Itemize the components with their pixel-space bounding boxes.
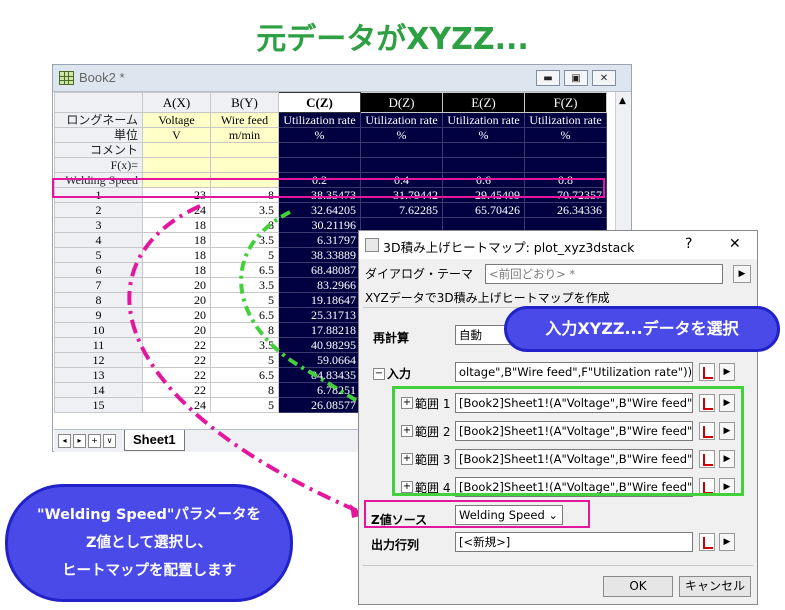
pink-arrow xyxy=(127,204,361,514)
recalc-value: 自動 xyxy=(459,328,482,342)
callout-zsource: "Welding Speed"パラメータを Z値として選択し、 ヒートマップを配… xyxy=(5,484,293,602)
theme-menu-button[interactable]: ▶ xyxy=(733,265,751,283)
ok-button[interactable]: OK xyxy=(603,576,673,597)
cancel-button[interactable]: キャンセル xyxy=(679,576,751,597)
divider xyxy=(363,565,753,566)
dialog-close-button[interactable]: ✕ xyxy=(729,236,741,252)
callout-line: Z値として選択し、 xyxy=(85,535,213,551)
output-menu-button[interactable]: ▶ xyxy=(719,533,735,551)
dialog-title: 3D積み上げヒートマップ: plot_xyz3dstack xyxy=(383,240,635,255)
input-pick-button[interactable] xyxy=(699,363,715,381)
callout-line: "Welding Speed"パラメータを xyxy=(37,507,261,523)
theme-label: ダイアログ・テーマ xyxy=(365,267,474,281)
input-label: 入力 xyxy=(387,367,412,381)
output-pick-button[interactable] xyxy=(699,533,715,551)
help-button[interactable]: ? xyxy=(685,236,692,252)
ranges-highlight xyxy=(392,386,744,496)
dialog-titlebar[interactable]: 3D積み上げヒートマップ: plot_xyz3dstack ? ✕ xyxy=(359,231,757,259)
callout-line: ヒートマップを配置します xyxy=(62,563,236,579)
dialog-app-icon xyxy=(365,238,379,252)
input-field[interactable]: oltage",B"Wire feed",F"Utilization rate"… xyxy=(455,362,693,382)
dialog-description: XYZデータで3D積み上げヒートマップを作成 xyxy=(365,291,610,305)
recalc-label: 再計算 xyxy=(373,331,410,345)
output-label: 出力行列 xyxy=(371,538,420,552)
theme-field[interactable]: <前回どおり> * xyxy=(485,264,723,284)
zsource-highlight xyxy=(364,500,590,528)
output-field[interactable]: [<新規>] xyxy=(455,532,693,552)
input-menu-button[interactable]: ▶ xyxy=(719,363,735,381)
callout-select-input: 入力XYZZ...データを選択 xyxy=(504,306,780,352)
input-collapse-icon[interactable]: − xyxy=(373,368,385,380)
